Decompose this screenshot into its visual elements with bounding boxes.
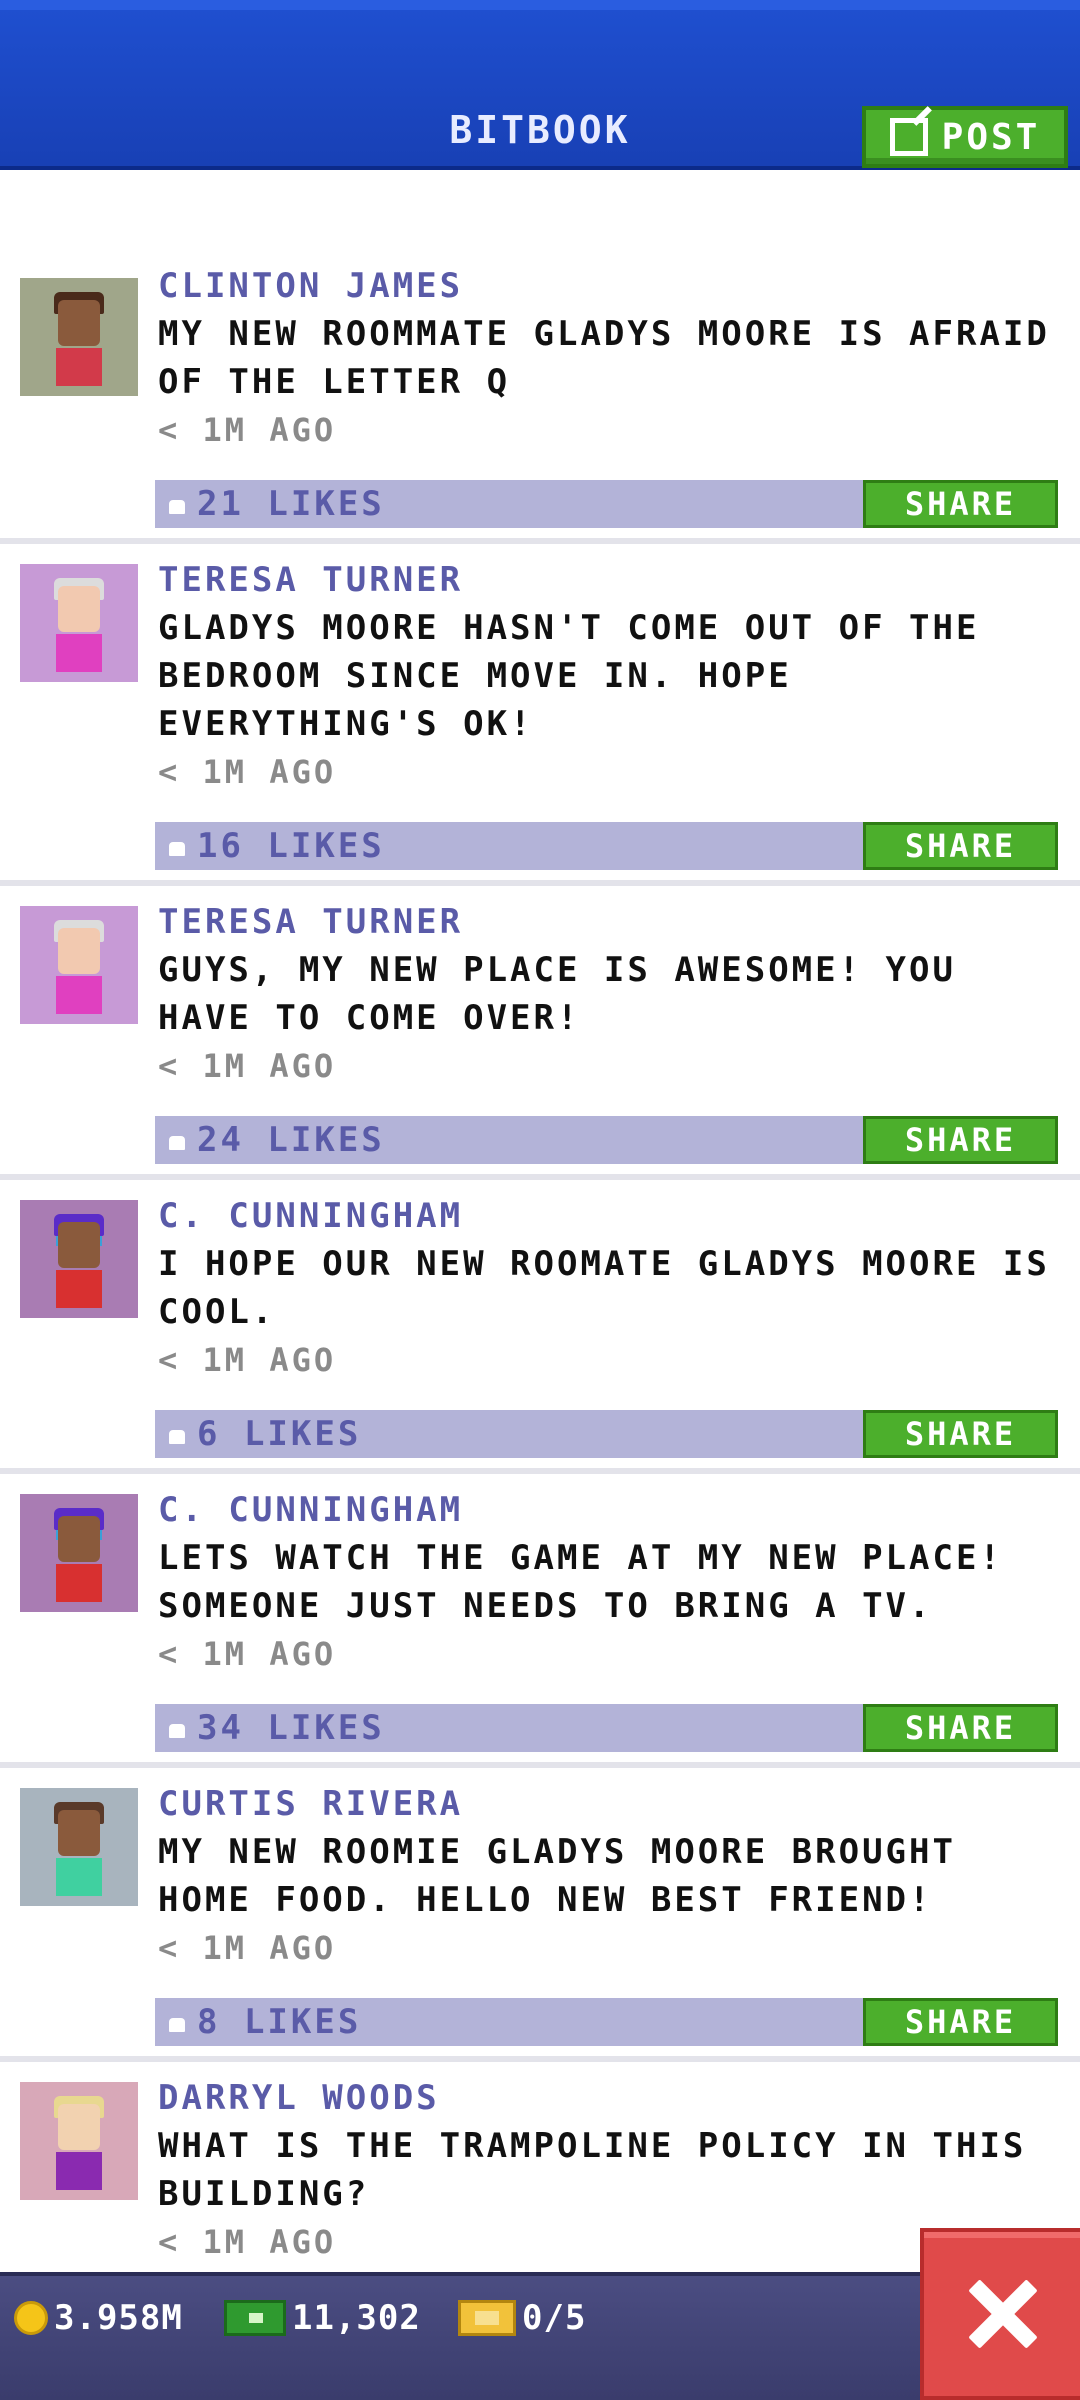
share-button[interactable]: SHARE bbox=[863, 1410, 1058, 1458]
post-author[interactable]: TERESA TURNER bbox=[158, 898, 1066, 946]
feed-post: DARRYL WOODS WHAT IS THE TRAMPOLINE POLI… bbox=[0, 2062, 1080, 2270]
feed-post: C. CUNNINGHAM I HOPE OUR NEW ROOMATE GLA… bbox=[0, 1180, 1080, 1474]
avatar[interactable] bbox=[20, 564, 138, 682]
thumbs-up-icon[interactable] bbox=[165, 492, 189, 516]
thumbs-up-icon[interactable] bbox=[165, 1422, 189, 1446]
likes-bar: 8 LIKES SHARE bbox=[155, 1998, 1058, 2046]
tickets-value: 0/5 bbox=[522, 2298, 587, 2338]
ticket-icon bbox=[458, 2300, 516, 2336]
post-message: GLADYS MOORE HASN'T COME OUT OF THE BEDR… bbox=[158, 608, 980, 744]
likes-count: 16 LIKES bbox=[197, 826, 385, 866]
tickets-stat[interactable]: 0/5 bbox=[458, 2298, 586, 2338]
header-bar: BITBOOK POST bbox=[0, 0, 1080, 170]
feed-post: C. CUNNINGHAM LETS WATCH THE GAME AT MY … bbox=[0, 1474, 1080, 1768]
post-message: I HOPE OUR NEW ROOMATE GLADYS MOORE IS C… bbox=[158, 1244, 1050, 1332]
post-time: < 1M AGO bbox=[158, 411, 337, 449]
post-message: LETS WATCH THE GAME AT MY NEW PLACE! SOM… bbox=[158, 1538, 1003, 1626]
coins-value: 3.958M bbox=[54, 2298, 183, 2338]
bux-value: 11,302 bbox=[292, 2298, 421, 2338]
post-time: < 1M AGO bbox=[158, 1341, 337, 1379]
cash-icon bbox=[224, 2300, 286, 2336]
post-time: < 1M AGO bbox=[158, 1929, 337, 1967]
share-button[interactable]: SHARE bbox=[863, 1116, 1058, 1164]
likes-bar: 34 LIKES SHARE bbox=[155, 1704, 1058, 1752]
feed-post: TERESA TURNER GLADYS MOORE HASN'T COME O… bbox=[0, 544, 1080, 886]
post-time: < 1M AGO bbox=[158, 753, 337, 791]
avatar[interactable] bbox=[20, 1200, 138, 1318]
post-author[interactable]: DARRYL WOODS bbox=[158, 2074, 1066, 2122]
feed[interactable]: CLINTON JAMES MY NEW ROOMMATE GLADYS MOO… bbox=[0, 170, 1080, 2270]
post-message: WHAT IS THE TRAMPOLINE POLICY IN THIS BU… bbox=[158, 2126, 1027, 2214]
likes-count: 8 LIKES bbox=[197, 2002, 362, 2042]
close-button[interactable] bbox=[920, 2228, 1080, 2400]
compose-icon bbox=[889, 118, 928, 156]
post-author[interactable]: CURTIS RIVERA bbox=[158, 1780, 1066, 1828]
post-author[interactable]: C. CUNNINGHAM bbox=[158, 1192, 1066, 1240]
post-button-label: POST bbox=[941, 116, 1041, 158]
close-icon bbox=[967, 2279, 1037, 2349]
avatar[interactable] bbox=[20, 2082, 138, 2200]
likes-count: 21 LIKES bbox=[197, 484, 385, 524]
post-message: GUYS, MY NEW PLACE IS AWESOME! YOU HAVE … bbox=[158, 950, 956, 1038]
thumbs-up-icon[interactable] bbox=[165, 1716, 189, 1740]
post-author[interactable]: CLINTON JAMES bbox=[158, 262, 1066, 310]
likes-bar: 6 LIKES SHARE bbox=[155, 1410, 1058, 1458]
share-button[interactable]: SHARE bbox=[863, 1998, 1058, 2046]
share-button[interactable]: SHARE bbox=[863, 822, 1058, 870]
avatar[interactable] bbox=[20, 1788, 138, 1906]
likes-bar: 24 LIKES SHARE bbox=[155, 1116, 1058, 1164]
post-time: < 1M AGO bbox=[158, 1047, 337, 1085]
post-time: < 1M AGO bbox=[158, 1635, 337, 1673]
avatar[interactable] bbox=[20, 906, 138, 1024]
bux-stat[interactable]: 11,302 bbox=[224, 2298, 421, 2338]
feed-post: CURTIS RIVERA MY NEW ROOMIE GLADYS MOORE… bbox=[0, 1768, 1080, 2062]
likes-bar: 21 LIKES SHARE bbox=[155, 480, 1058, 528]
post-author[interactable]: TERESA TURNER bbox=[158, 556, 1066, 604]
post-author[interactable]: C. CUNNINGHAM bbox=[158, 1486, 1066, 1534]
coin-icon bbox=[14, 2301, 48, 2335]
post-message: MY NEW ROOMMATE GLADYS MOORE IS AFRAID O… bbox=[158, 314, 1050, 402]
likes-bar: 16 LIKES SHARE bbox=[155, 822, 1058, 870]
likes-count: 34 LIKES bbox=[197, 1708, 385, 1748]
share-button[interactable]: SHARE bbox=[863, 1704, 1058, 1752]
likes-count: 24 LIKES bbox=[197, 1120, 385, 1160]
feed-post: CLINTON JAMES MY NEW ROOMMATE GLADYS MOO… bbox=[0, 170, 1080, 544]
thumbs-up-icon[interactable] bbox=[165, 1128, 189, 1152]
thumbs-up-icon[interactable] bbox=[165, 834, 189, 858]
avatar[interactable] bbox=[20, 1494, 138, 1612]
post-message: MY NEW ROOMIE GLADYS MOORE BROUGHT HOME … bbox=[158, 1832, 956, 1920]
thumbs-up-icon[interactable] bbox=[165, 2010, 189, 2034]
post-button[interactable]: POST bbox=[862, 106, 1068, 168]
avatar[interactable] bbox=[20, 278, 138, 396]
status-bar: 3.958M 11,302 0/5 bbox=[0, 2272, 1080, 2400]
likes-count: 6 LIKES bbox=[197, 1414, 362, 1454]
share-button[interactable]: SHARE bbox=[863, 480, 1058, 528]
feed-post: TERESA TURNER GUYS, MY NEW PLACE IS AWES… bbox=[0, 886, 1080, 1180]
coins-stat[interactable]: 3.958M bbox=[14, 2298, 183, 2338]
